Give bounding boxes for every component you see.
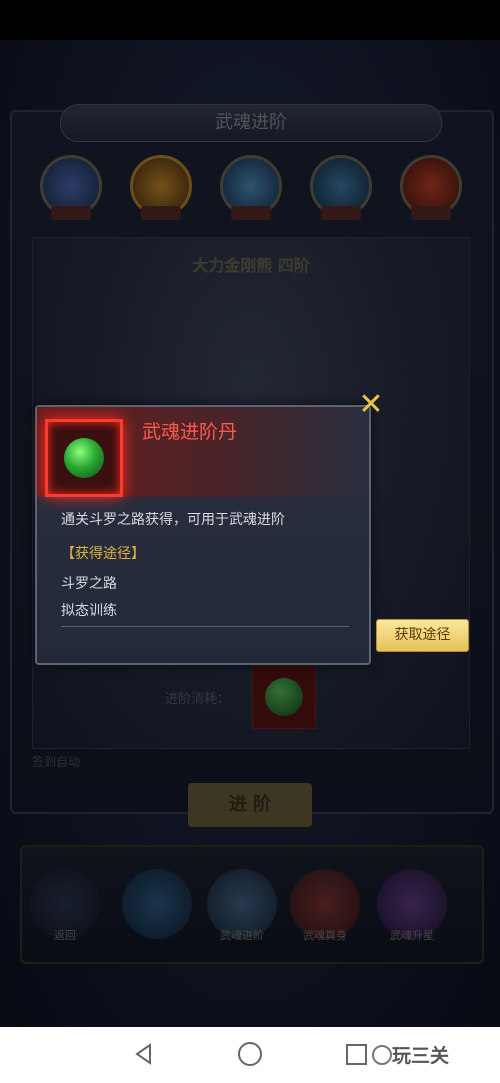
divider	[61, 626, 349, 627]
android-nav-bar: 玩三关	[0, 1027, 500, 1083]
get-source-button[interactable]: 获取途径	[376, 619, 469, 652]
watermark-logo-icon	[372, 1045, 392, 1065]
close-icon[interactable]: ✕	[356, 390, 386, 420]
source-title: 【获得途径】	[61, 546, 145, 562]
source-item-douluo-road: 斗罗之路	[61, 576, 117, 592]
item-tooltip-popup: 武魂进阶丹 通关斗罗之路获得，可用于武魂进阶 【获得途径】 斗罗之路 拟态训练	[35, 405, 371, 665]
item-icon-frame	[45, 419, 123, 497]
home-circle-icon[interactable]	[238, 1042, 262, 1066]
back-triangle-icon[interactable]	[132, 1042, 156, 1066]
item-description: 通关斗罗之路获得，可用于武魂进阶	[61, 512, 285, 528]
item-name: 武魂进阶丹	[142, 421, 238, 443]
watermark-text: 玩三关	[392, 1045, 450, 1067]
green-pill-icon	[64, 438, 104, 478]
source-item-training: 拟态训练	[61, 603, 117, 619]
recent-square-icon[interactable]	[346, 1044, 367, 1065]
status-bar	[0, 0, 500, 40]
popup-header: 武魂进阶丹	[37, 407, 369, 497]
